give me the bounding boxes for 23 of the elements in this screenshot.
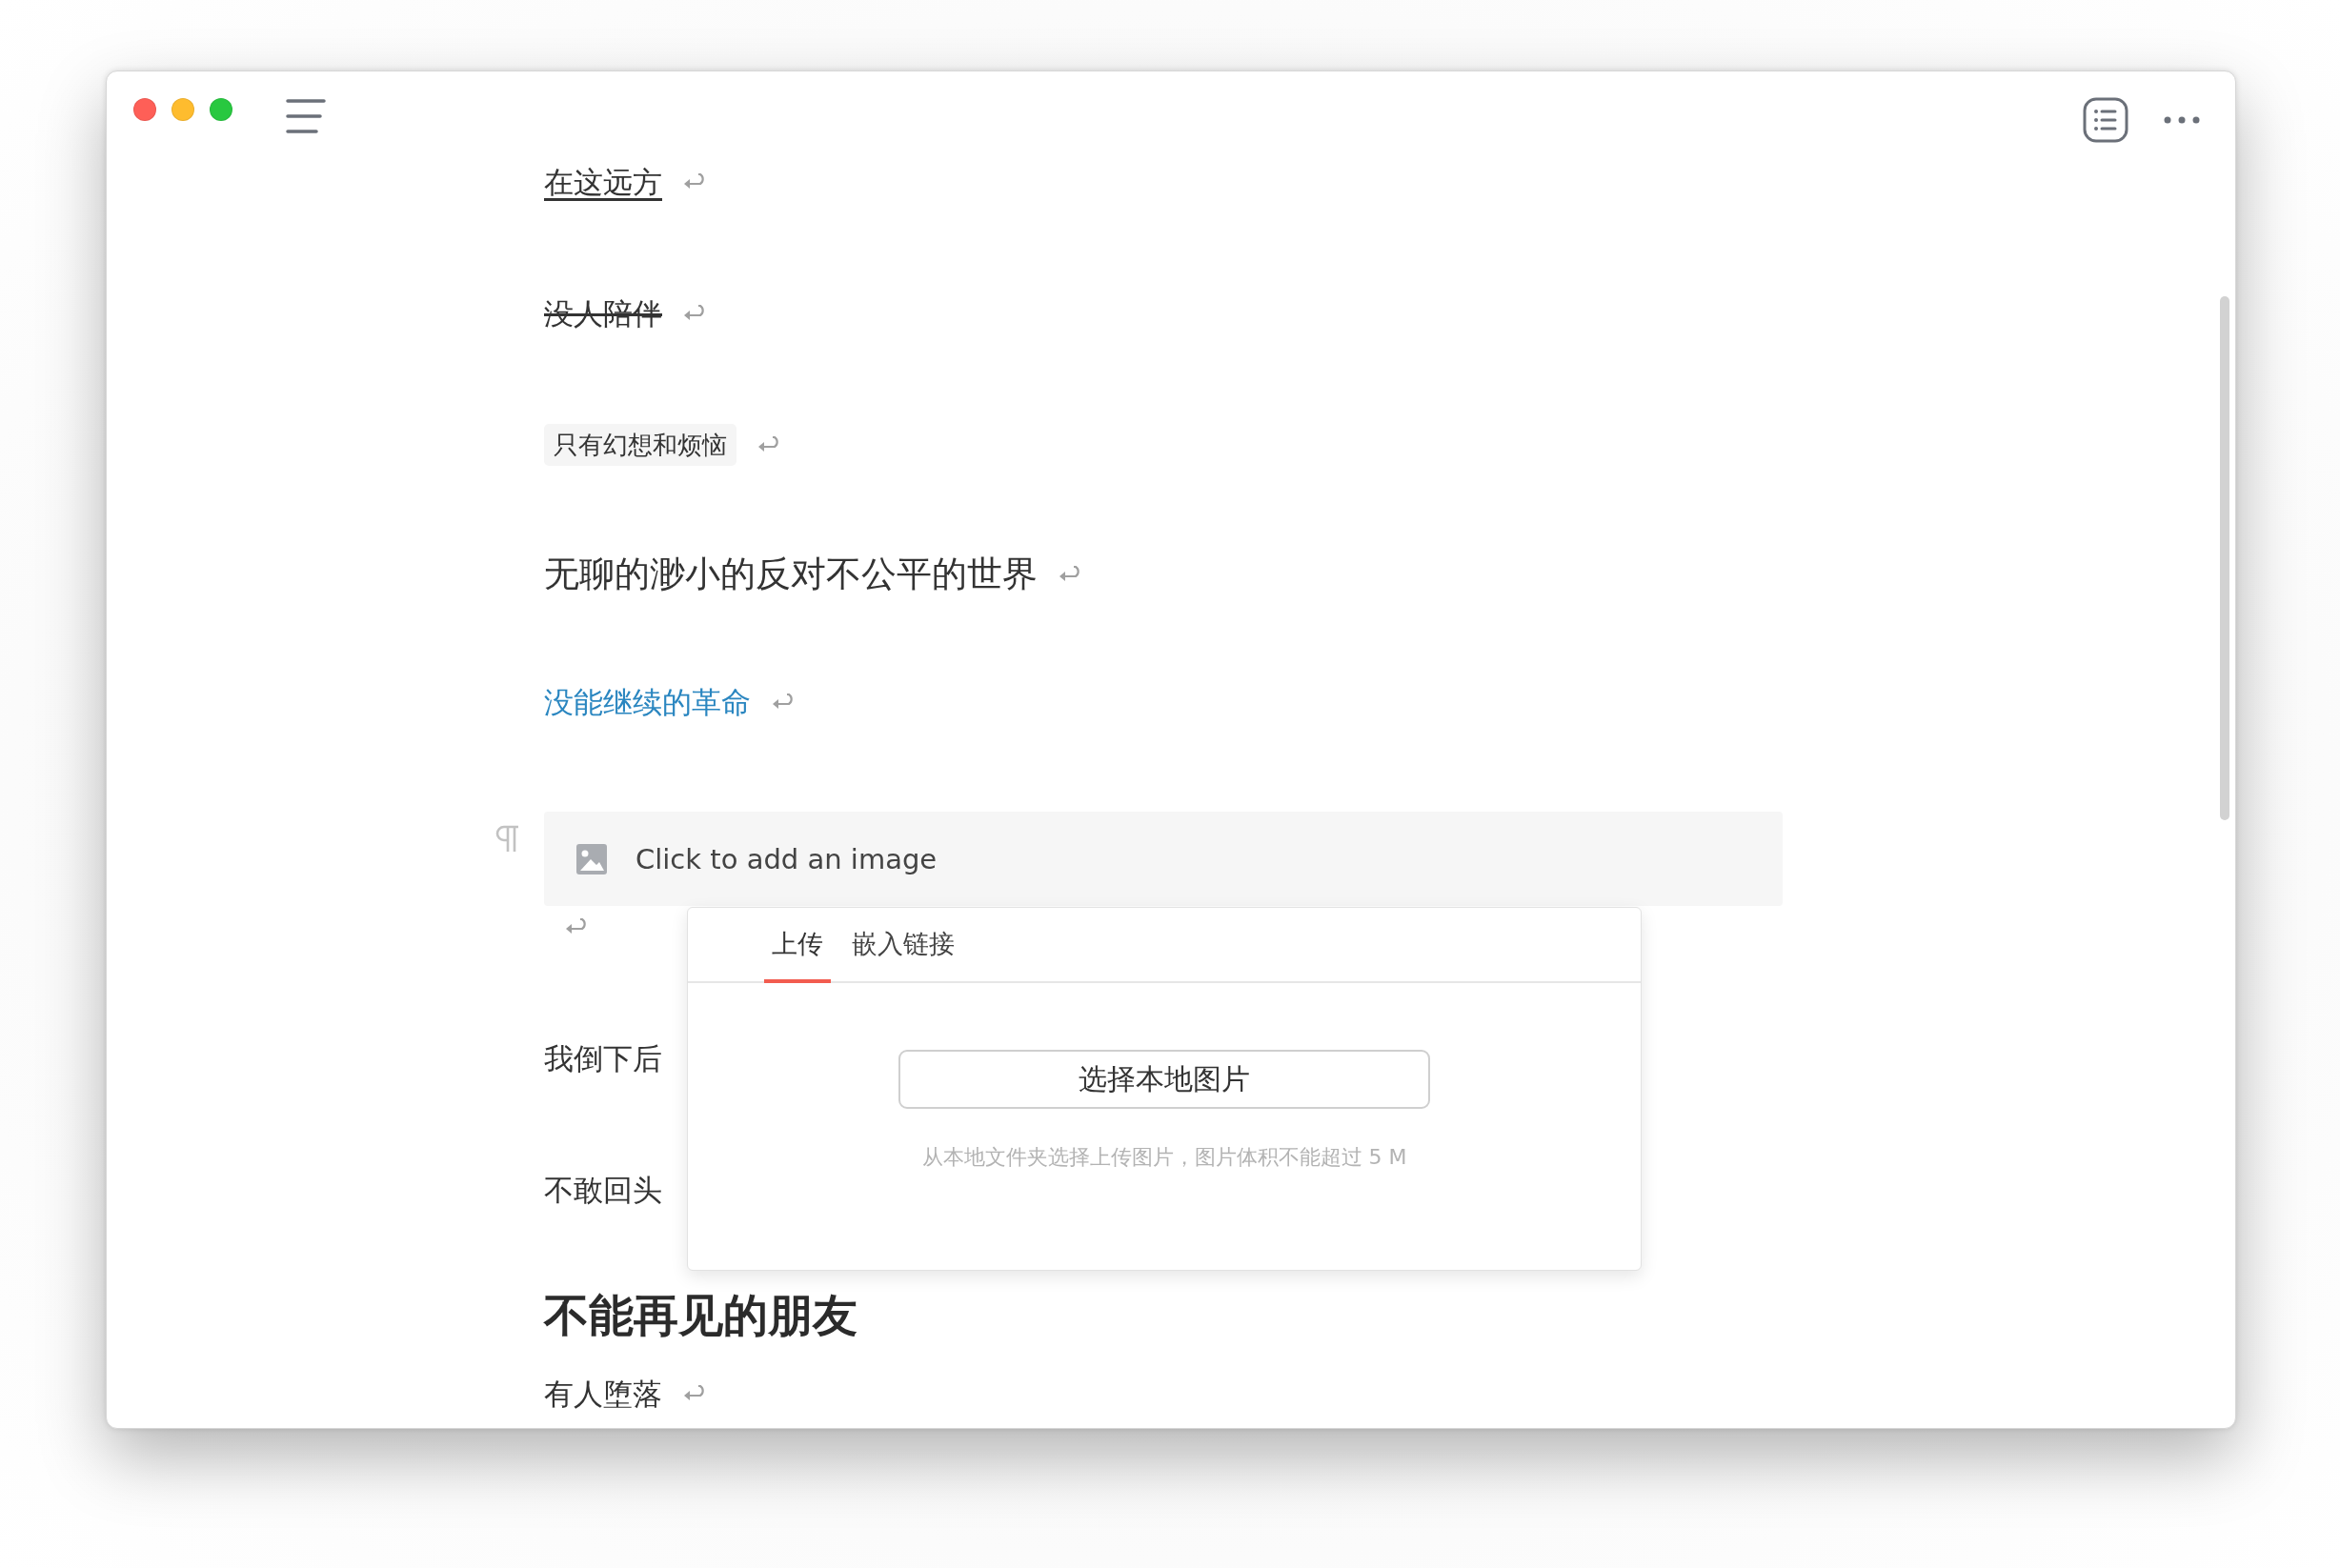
paragraph-text: 无聊的渺小的反对不公平的世界 [544, 553, 1038, 596]
tab[interactable]: 嵌入链接 [844, 908, 962, 983]
close-button[interactable] [133, 98, 156, 121]
image-icon [576, 843, 607, 874]
zoom-button[interactable] [210, 98, 232, 121]
image-placeholder[interactable]: Click to add an image [544, 812, 1783, 906]
paragraph-text: 我倒下后 [544, 1040, 662, 1077]
choose-image-button[interactable]: 选择本地图片 [898, 1050, 1430, 1109]
scrollbar[interactable] [2220, 296, 2229, 820]
paragraph-text: 不敢回头 [544, 1172, 662, 1209]
inline-code: 只有幻想和烦恼 [544, 424, 736, 466]
paragraph-text: 有人堕落 [544, 1376, 662, 1413]
minimize-button[interactable] [171, 98, 194, 121]
link[interactable]: 没能继续的革命 [544, 681, 751, 723]
paragraph-text: 没人陪伴 [544, 295, 662, 332]
upload-hint: 从本地文件夹选择上传图片，图片体积不能超过 5 M [921, 1144, 1407, 1171]
tab[interactable]: 上传 [764, 908, 831, 983]
more-icon[interactable] [2163, 115, 2201, 125]
image-prompt: Click to add an image [635, 842, 938, 875]
heading: 不能再见的朋友 [544, 1288, 857, 1343]
list-icon[interactable] [2083, 97, 2128, 143]
paragraph-text: 在这远方 [544, 164, 662, 201]
menu-icon[interactable] [286, 97, 326, 135]
